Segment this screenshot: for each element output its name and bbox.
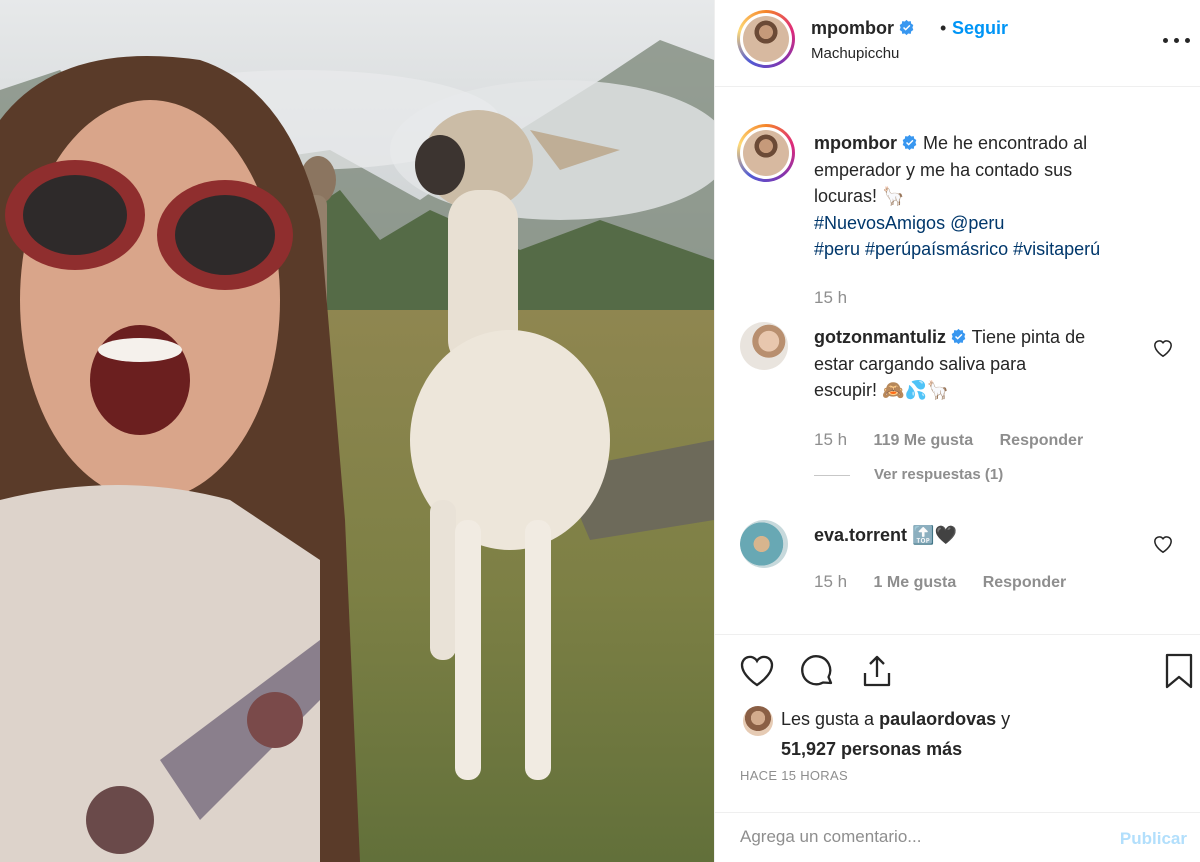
- caption-timestamp[interactable]: 15 h: [814, 288, 847, 308]
- commenter-username[interactable]: eva.torrent: [814, 525, 907, 545]
- share-icon[interactable]: [857, 651, 897, 691]
- likes-count[interactable]: 51,927 personas más: [781, 739, 962, 759]
- caption-line-1: Me he encontrado al: [923, 133, 1088, 153]
- caption-text: mpombor Me he encontrado al emperador y …: [814, 130, 1184, 263]
- heart-icon[interactable]: [737, 651, 777, 691]
- comment-input[interactable]: [740, 827, 1080, 847]
- bookmark-icon[interactable]: [1159, 651, 1199, 691]
- comment-timestamp[interactable]: 15 h: [814, 430, 847, 449]
- verified-badge-icon: [899, 19, 914, 36]
- verified-badge-icon: [951, 328, 966, 345]
- comment-line-1: Tiene pinta de: [971, 327, 1086, 347]
- hashtags-line-1[interactable]: #NuevosAmigos @peru: [814, 213, 1004, 233]
- author-username-link[interactable]: mpombor: [811, 18, 915, 39]
- more-options-icon[interactable]: [1163, 28, 1191, 52]
- header-separator: •: [940, 18, 947, 38]
- comment-meta: 15 h 1 Me gusta Responder: [814, 572, 1088, 592]
- caption-avatar[interactable]: [737, 124, 795, 182]
- follow-button[interactable]: Seguir: [952, 18, 1008, 39]
- view-replies-button[interactable]: Ver respuestas (1): [814, 466, 1003, 483]
- post-side-panel: mpombor • Seguir Machupicchu mpombor Me …: [714, 0, 1200, 862]
- hashtags-line-2[interactable]: #peru #perúpaísmásrico #visitaperú: [814, 239, 1100, 259]
- reply-button[interactable]: Responder: [983, 574, 1067, 591]
- photo-illustration: [0, 0, 714, 862]
- view-replies-label: Ver respuestas (1): [874, 466, 1004, 483]
- comment-text: eva.torrent 🔝🖤: [814, 522, 1154, 549]
- publish-button[interactable]: Publicar: [1120, 829, 1187, 849]
- add-comment-bar: Publicar: [715, 812, 1200, 862]
- comment-icon[interactable]: [797, 651, 837, 691]
- llama-emoji: 🦙: [882, 186, 905, 206]
- commenter-avatar[interactable]: [740, 520, 788, 568]
- caption-line-2: emperador y me ha contado sus: [814, 159, 1073, 180]
- comment-line-2: estar cargando saliva para: [814, 353, 1027, 374]
- caption-line-3: locuras!: [814, 186, 878, 206]
- comment-meta: 15 h 119 Me gusta Responder: [814, 430, 1105, 450]
- liker-username[interactable]: paulaordovas: [879, 709, 996, 729]
- location-link[interactable]: Machupicchu: [811, 45, 899, 62]
- comment-likes[interactable]: 119 Me gusta: [874, 432, 974, 449]
- author-avatar[interactable]: [737, 10, 795, 68]
- likes-conj: y: [1001, 709, 1011, 729]
- post-photo[interactable]: [0, 0, 714, 862]
- like-comment-heart-icon[interactable]: [1152, 534, 1174, 554]
- post-header: mpombor • Seguir Machupicchu: [715, 0, 1200, 87]
- commenter-username[interactable]: gotzonmantuliz: [814, 327, 946, 347]
- comment-emojis: 🙈💦🦙: [882, 380, 950, 400]
- like-comment-heart-icon[interactable]: [1152, 338, 1174, 358]
- comment-text: gotzonmantuliz Tiene pinta de estar carg…: [814, 324, 1154, 404]
- comment-line-3: escupir!: [814, 380, 878, 400]
- post-time-ago[interactable]: HACE 15 HORAS: [740, 768, 848, 783]
- likes-prefix: Les gusta a: [781, 709, 875, 729]
- verified-badge-icon: [902, 134, 917, 151]
- comment-likes[interactable]: 1 Me gusta: [874, 574, 957, 591]
- likes-text: Les gusta a paulaordovas y 51,927 person…: [781, 704, 1010, 764]
- comment-timestamp[interactable]: 15 h: [814, 572, 847, 591]
- reply-button[interactable]: Responder: [1000, 432, 1084, 449]
- comment-emojis: 🔝🖤: [912, 525, 957, 545]
- caption-username[interactable]: mpombor: [814, 133, 897, 153]
- liker-avatar[interactable]: [743, 706, 773, 736]
- commenter-avatar[interactable]: [740, 322, 788, 370]
